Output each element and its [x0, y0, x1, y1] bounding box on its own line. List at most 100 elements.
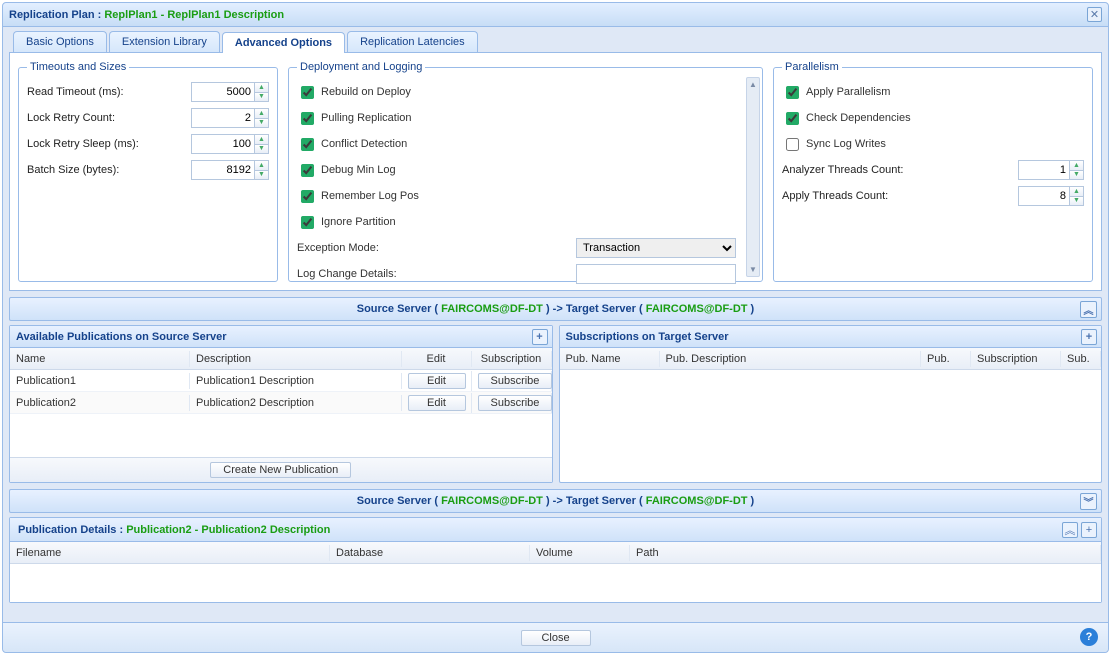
tab-strip: Basic Options Extension Library Advanced…: [9, 31, 1102, 53]
pulling-checkbox[interactable]: [301, 112, 314, 125]
create-publication-button[interactable]: Create New Publication: [210, 462, 351, 478]
apply-parallel-label: Apply Parallelism: [806, 86, 890, 98]
batch-size-input[interactable]: [191, 160, 255, 180]
remember-checkbox[interactable]: [301, 190, 314, 203]
subs-col-name: Pub. Name: [560, 351, 660, 367]
read-timeout-label: Read Timeout (ms):: [27, 86, 124, 98]
pubs-col-name: Name: [10, 351, 190, 367]
detail-col-database: Database: [330, 545, 530, 561]
plan-name: ReplPlan1: [104, 9, 157, 21]
pubs-col-desc: Description: [190, 351, 402, 367]
arrow-label-2: ) -> Target Server (: [543, 495, 646, 507]
timeouts-fieldset: Timeouts and Sizes Read Timeout (ms): ▲▼…: [18, 61, 278, 282]
tab-advanced-options[interactable]: Advanced Options: [222, 32, 345, 53]
detail-name: Publication2: [126, 524, 191, 536]
deployment-fieldset: Deployment and Logging Rebuild on Deploy…: [288, 61, 763, 282]
table-row[interactable]: Publication2 Publication2 Description Ed…: [10, 392, 552, 414]
lock-retry-input[interactable]: [191, 108, 255, 128]
expand-down-icon[interactable]: ︾: [1080, 493, 1097, 510]
tab-basic-options[interactable]: Basic Options: [13, 31, 107, 52]
subs-grid-header: Pub. Name Pub. Description Pub. Subscrip…: [560, 348, 1102, 370]
pubs-grid-body: Publication1 Publication1 Description Ed…: [10, 370, 552, 457]
edit-button[interactable]: Edit: [408, 373, 466, 389]
analyzer-threads-input[interactable]: [1018, 160, 1070, 180]
src-name-2: FAIRCOMS@DF-DT: [441, 495, 543, 507]
publications-title: Available Publications on Source Server: [16, 331, 227, 343]
tab-extension-library[interactable]: Extension Library: [109, 31, 220, 52]
deploy-scrollbar[interactable]: ▲▼: [746, 77, 760, 277]
subscribe-button[interactable]: Subscribe: [478, 395, 552, 411]
close-icon[interactable]: ✕: [1087, 7, 1102, 22]
table-row[interactable]: Publication1 Publication1 Description Ed…: [10, 370, 552, 392]
lock-retry-label: Lock Retry Count:: [27, 112, 115, 124]
lock-sleep-label: Lock Retry Sleep (ms):: [27, 138, 139, 150]
pubs-col-sub: Subscription: [472, 351, 552, 367]
detail-collapse-icon[interactable]: ︽: [1062, 522, 1078, 538]
subs-col-desc: Pub. Description: [660, 351, 922, 367]
read-timeout-input[interactable]: [191, 82, 255, 102]
parallelism-fieldset: Parallelism Apply Parallelism Check Depe…: [773, 61, 1093, 282]
ignore-checkbox[interactable]: [301, 216, 314, 229]
subs-grid-body: [560, 370, 1102, 482]
detail-col-path: Path: [630, 545, 1101, 561]
advanced-options-panel: Timeouts and Sizes Read Timeout (ms): ▲▼…: [9, 53, 1102, 291]
pub-desc: Publication1 Description: [190, 373, 402, 389]
check-deps-checkbox[interactable]: [786, 112, 799, 125]
conflict-checkbox[interactable]: [301, 138, 314, 151]
src-name: FAIRCOMS@DF-DT: [441, 303, 543, 315]
add-subscription-icon[interactable]: +: [1081, 329, 1097, 345]
tgt-name: FAIRCOMS@DF-DT: [646, 303, 748, 315]
log-details-input[interactable]: [576, 264, 736, 284]
subs-col-subscription: Subscription: [971, 351, 1061, 367]
add-publication-icon[interactable]: +: [532, 329, 548, 345]
parallelism-legend: Parallelism: [782, 61, 842, 73]
debug-checkbox[interactable]: [301, 164, 314, 177]
apply-parallel-checkbox[interactable]: [786, 86, 799, 99]
lock-retry-stepper[interactable]: ▲▼: [255, 108, 269, 128]
subs-col-pub: Pub.: [921, 351, 971, 367]
src-label: Source Server (: [357, 303, 441, 315]
batch-size-stepper[interactable]: ▲▼: [255, 160, 269, 180]
deploy-legend: Deployment and Logging: [297, 61, 425, 73]
collapse-up-icon[interactable]: ︽: [1080, 301, 1097, 318]
log-details-label: Log Change Details:: [297, 268, 397, 280]
pulling-label: Pulling Replication: [321, 112, 412, 124]
tgt-name-2: FAIRCOMS@DF-DT: [646, 495, 748, 507]
read-timeout-stepper[interactable]: ▲▼: [255, 82, 269, 102]
titlebar: Replication Plan : ReplPlan1 - ReplPlan1…: [3, 3, 1108, 27]
pubs-grid-header: Name Description Edit Subscription: [10, 348, 552, 370]
publication-details-panel: Publication Details : Publication2 - Pub…: [9, 517, 1102, 603]
detail-prefix: Publication Details :: [18, 524, 126, 536]
pub-name: Publication2: [10, 395, 190, 411]
server-route-bar-2: Source Server ( FAIRCOMS@DF-DT ) -> Targ…: [9, 489, 1102, 513]
end-label: ): [748, 303, 755, 315]
close-button[interactable]: Close: [521, 630, 591, 646]
batch-size-label: Batch Size (bytes):: [27, 164, 119, 176]
detail-add-icon[interactable]: +: [1081, 522, 1097, 538]
conflict-label: Conflict Detection: [321, 138, 407, 150]
analyzer-threads-stepper[interactable]: ▲▼: [1070, 160, 1084, 180]
rebuild-label: Rebuild on Deploy: [321, 86, 411, 98]
exception-mode-label: Exception Mode:: [297, 242, 379, 254]
detail-sep: -: [192, 524, 202, 536]
dialog-window: Replication Plan : ReplPlan1 - ReplPlan1…: [2, 2, 1109, 653]
apply-threads-stepper[interactable]: ▲▼: [1070, 186, 1084, 206]
remember-label: Remember Log Pos: [321, 190, 419, 202]
pub-name: Publication1: [10, 373, 190, 389]
lock-sleep-input[interactable]: [191, 134, 255, 154]
rebuild-checkbox[interactable]: [301, 86, 314, 99]
arrow-label: ) -> Target Server (: [543, 303, 646, 315]
sync-log-checkbox[interactable]: [786, 138, 799, 151]
detail-col-volume: Volume: [530, 545, 630, 561]
plan-sep: -: [158, 9, 168, 21]
bottom-toolbar: Close ?: [3, 622, 1108, 652]
title-prefix: Replication Plan :: [9, 9, 104, 21]
exception-mode-select[interactable]: Transaction: [576, 238, 736, 258]
lock-sleep-stepper[interactable]: ▲▼: [255, 134, 269, 154]
edit-button[interactable]: Edit: [408, 395, 466, 411]
content: Basic Options Extension Library Advanced…: [3, 27, 1108, 605]
tab-replication-latencies[interactable]: Replication Latencies: [347, 31, 478, 52]
apply-threads-input[interactable]: [1018, 186, 1070, 206]
subscribe-button[interactable]: Subscribe: [478, 373, 552, 389]
help-icon[interactable]: ?: [1080, 628, 1098, 646]
